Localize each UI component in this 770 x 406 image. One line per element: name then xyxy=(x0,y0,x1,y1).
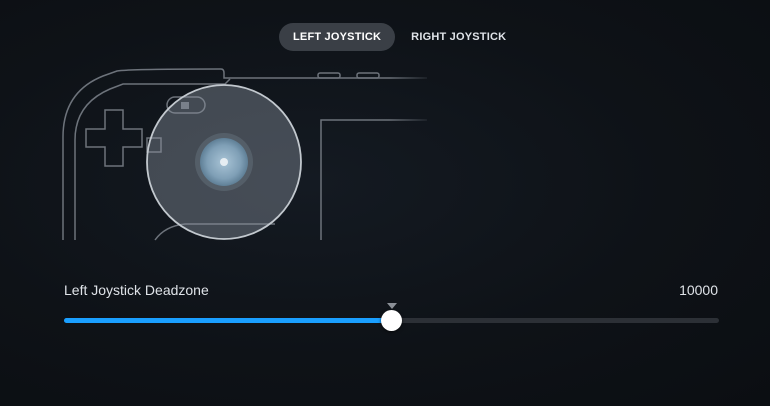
joystick-settings-panel: LEFT JOYSTICK RIGHT JOYSTICK Left Joysti… xyxy=(0,0,770,406)
deadzone-label: Left Joystick Deadzone xyxy=(64,282,209,298)
controller-left-half-icon xyxy=(62,68,427,241)
tab-right-joystick[interactable]: RIGHT JOYSTICK xyxy=(397,23,520,51)
joystick-icon xyxy=(146,84,302,240)
deadzone-value: 10000 xyxy=(679,282,718,298)
deadzone-label-row: Left Joystick Deadzone 10000 xyxy=(64,282,718,298)
deadzone-slider[interactable] xyxy=(64,303,719,338)
default-value-marker-icon xyxy=(386,303,397,309)
joystick-tabs: LEFT JOYSTICK RIGHT JOYSTICK xyxy=(279,23,520,51)
slider-thumb[interactable] xyxy=(381,310,402,331)
tab-left-joystick[interactable]: LEFT JOYSTICK xyxy=(279,23,396,51)
slider-fill xyxy=(64,318,392,323)
